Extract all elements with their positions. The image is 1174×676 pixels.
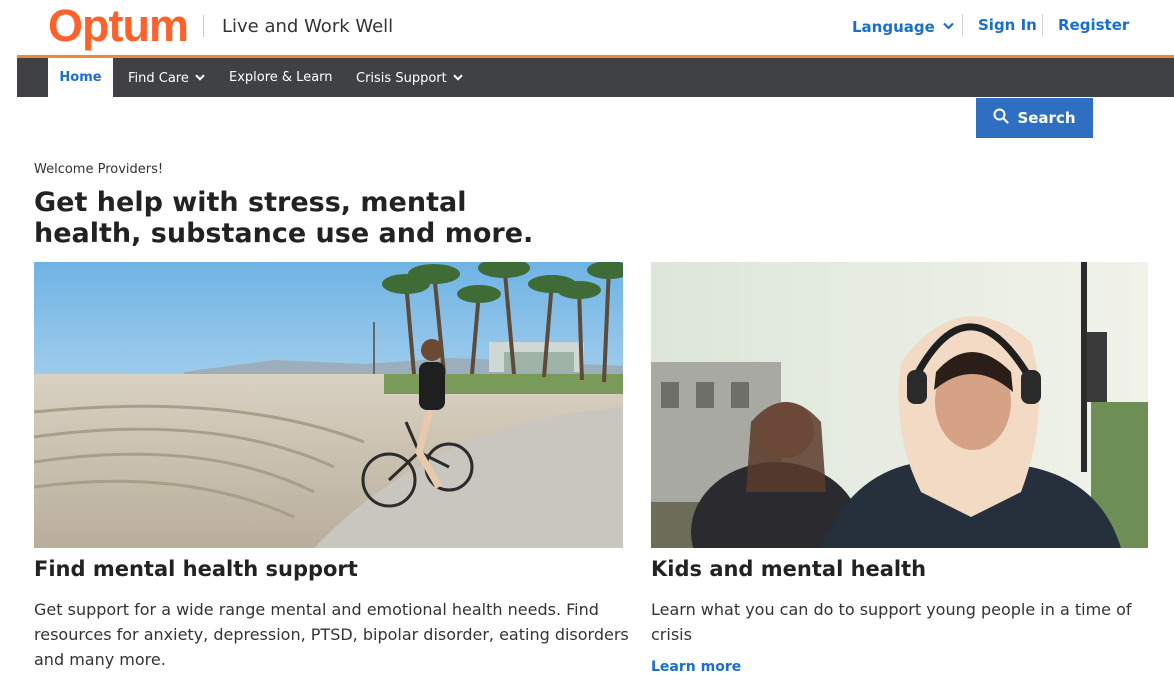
nav-item-find-care[interactable]: Find Care (128, 58, 205, 97)
chevron-down-icon (195, 58, 205, 97)
description-line: and many more. (34, 650, 166, 669)
site-header: Optum Live and Work Well Language Sign I… (0, 0, 1174, 56)
card-description: Learn what you can do to support young p… (651, 597, 1151, 647)
main-nav: Home Find Care Explore & Learn Crisis Su… (17, 58, 1174, 97)
register-link[interactable]: Register (1058, 16, 1129, 34)
sign-in-link[interactable]: Sign In (978, 16, 1037, 34)
search-icon (993, 108, 1010, 128)
girls-headphones-image[interactable] (651, 262, 1148, 548)
search-label: Search (1017, 109, 1076, 127)
headline-line: health, substance use and more. (34, 218, 534, 249)
description-line: Learn what you can do to support young p… (651, 600, 1132, 619)
optum-logo[interactable]: Optum (48, 2, 189, 50)
welcome-text: Welcome Providers! (34, 162, 164, 177)
nav-item-label: Explore & Learn (229, 70, 333, 85)
site-tagline: Live and Work Well (222, 16, 394, 37)
language-label: Language (852, 18, 935, 36)
chevron-down-icon (453, 58, 463, 97)
description-line: crisis (651, 625, 692, 644)
chevron-down-icon (943, 16, 954, 34)
nav-item-label: Find Care (128, 71, 189, 86)
page-headline: Get help with stress, mental health, sub… (34, 187, 554, 249)
logo-divider (203, 15, 204, 37)
language-selector[interactable]: Language (852, 16, 954, 36)
learn-more-link[interactable]: Learn more (651, 659, 741, 675)
card-description: Get support for a wide range mental and … (34, 597, 634, 672)
nav-item-label: Crisis Support (356, 71, 447, 86)
util-divider (962, 14, 963, 36)
nav-item-explore-learn[interactable]: Explore & Learn (229, 58, 333, 97)
card-title-kids-mental-health[interactable]: Kids and mental health (651, 557, 926, 581)
description-line: resources for anxiety, depression, PTSD,… (34, 625, 629, 644)
headline-line: Get help with stress, mental (34, 187, 467, 218)
nav-item-crisis-support[interactable]: Crisis Support (356, 58, 463, 97)
search-button[interactable]: Search (976, 98, 1093, 138)
util-divider (1042, 14, 1043, 36)
beach-cyclist-image[interactable] (34, 262, 623, 548)
nav-item-label: Home (59, 70, 102, 85)
nav-item-home[interactable]: Home (48, 58, 113, 97)
description-line: Get support for a wide range mental and … (34, 600, 599, 619)
card-title-find-support[interactable]: Find mental health support (34, 557, 358, 581)
